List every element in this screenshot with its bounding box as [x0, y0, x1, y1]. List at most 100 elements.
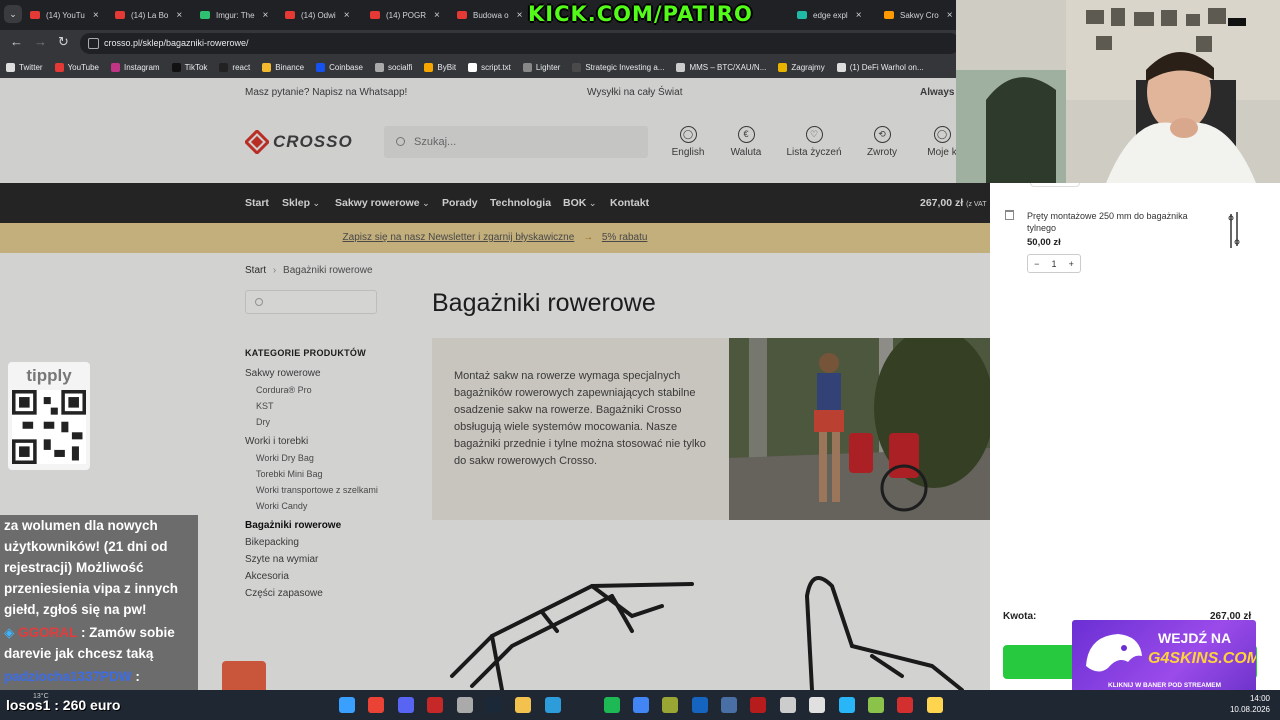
bookmark-item[interactable]: Strategic Investing a... — [572, 62, 664, 72]
bookmark-item[interactable]: MMS – BTC/XAU/N... — [676, 62, 767, 72]
site-info-icon[interactable] — [88, 38, 99, 49]
lion-logo-icon — [1086, 634, 1142, 672]
trash-icon[interactable] — [1005, 210, 1014, 220]
bookmark-item[interactable]: socialfi — [374, 62, 412, 72]
tab-title: Sakwy Cro — [900, 10, 939, 20]
chat-message: padziocha1337PDW : — [4, 666, 194, 687]
chat-username: padziocha1337PDW — [4, 669, 132, 684]
kick-channel-overlay: KICK.COM/PATIRO — [528, 2, 753, 26]
taskbar-app-icon[interactable] — [662, 697, 678, 713]
tab-favicon-icon — [285, 11, 295, 19]
bookmark-item[interactable]: TikTok — [171, 62, 208, 72]
close-tab-icon[interactable]: × — [434, 10, 440, 21]
url-text: crosso.pl/sklep/bagazniki-rowerowe/ — [104, 38, 249, 48]
taskbar-app-icon[interactable] — [927, 697, 943, 713]
close-tab-icon[interactable]: × — [344, 10, 350, 21]
stream-chat-overlay: za wolumen dla nowych użytkowników! (21 … — [0, 515, 198, 695]
bookmark-item[interactable]: script.txt — [468, 62, 511, 72]
url-input[interactable]: crosso.pl/sklep/bagazniki-rowerowe/ — [80, 33, 960, 54]
tab-title: (14) Odwi — [301, 10, 336, 20]
bookmark-item[interactable]: (1) DeFi Warhol on... — [836, 62, 924, 72]
taskbar-app-icon[interactable] — [692, 697, 708, 713]
quantity-value[interactable]: 1 — [1051, 259, 1056, 269]
taskbar-app-icon[interactable] — [545, 697, 561, 713]
browser-tab[interactable]: (14) La Bo × — [115, 4, 195, 26]
bookmark-item[interactable]: Twitter — [6, 62, 43, 72]
taskbar-app-icon[interactable] — [515, 697, 531, 713]
taskbar-app-icon[interactable] — [809, 697, 825, 713]
bookmark-item[interactable]: YouTube — [54, 62, 99, 72]
donation-alert: losos1 : 260 euro — [6, 697, 121, 713]
bookmark-icon — [54, 62, 64, 72]
tab-search-button[interactable]: ⌄ — [4, 5, 22, 23]
bookmark-label: react — [232, 62, 251, 72]
bookmark-item[interactable]: Binance — [262, 62, 304, 72]
bookmark-label: TikTok — [184, 62, 208, 72]
browser-tab[interactable]: (14) POGR × — [370, 4, 450, 26]
browser-tab[interactable]: (14) YouTu × — [30, 4, 110, 26]
taskbar-app-icon[interactable] — [721, 697, 737, 713]
reload-icon[interactable]: ↻ — [58, 34, 69, 50]
tipply-logo: tipply — [26, 366, 72, 385]
chat-username: GGORAL — [18, 625, 78, 640]
badge-icon: ◈ — [4, 625, 15, 640]
bookmark-icon — [374, 62, 384, 72]
forward-icon[interactable]: → — [34, 34, 47, 49]
taskbar-app-icon[interactable] — [604, 697, 620, 713]
tab-title: (14) YouTu — [46, 10, 85, 20]
close-tab-icon[interactable]: × — [176, 10, 182, 21]
increase-button[interactable]: + — [1069, 259, 1074, 269]
tab-favicon-icon — [457, 11, 467, 19]
bookmark-label: MMS – BTC/XAU/N... — [689, 62, 767, 72]
cart-item-name[interactable]: Pręty montażowe 250 mm do bagażnika tyln… — [1027, 210, 1217, 234]
browser-tab[interactable]: edge expl × — [797, 4, 879, 26]
cart-item-price: 50,00 zł — [1027, 237, 1061, 248]
taskbar-app-icon[interactable] — [368, 697, 384, 713]
start-menu-icon[interactable] — [339, 697, 355, 713]
bookmark-item[interactable]: react — [219, 62, 251, 72]
back-icon[interactable]: ← — [10, 34, 23, 49]
tab-favicon-icon — [200, 11, 210, 19]
taskbar-app-icon[interactable] — [780, 697, 796, 713]
bookmark-label: Instagram — [124, 62, 160, 72]
bookmark-item[interactable]: ByBit — [424, 62, 456, 72]
bookmark-item[interactable]: Coinbase — [316, 62, 363, 72]
taskbar-app-icon[interactable] — [633, 697, 649, 713]
taskbar-app-icon[interactable] — [897, 697, 913, 713]
bookmark-icon — [836, 62, 846, 72]
tab-favicon-icon — [797, 11, 807, 19]
close-tab-icon[interactable]: × — [947, 10, 953, 21]
g4skins-line1: WEJDŹ NA — [1158, 630, 1232, 646]
browser-tab[interactable]: Sakwy Cro × — [884, 4, 966, 26]
bookmark-item[interactable]: Zagrajmy — [778, 62, 825, 72]
tab-title: Imgur: The — [216, 10, 255, 20]
bookmark-item[interactable]: Lighter — [522, 62, 560, 72]
decrease-button[interactable]: − — [1034, 259, 1039, 269]
bookmark-item[interactable]: Instagram — [111, 62, 160, 72]
tab-favicon-icon — [884, 11, 894, 19]
g4skins-banner[interactable]: WEJDŹ NA G4SKINS.COM KLIKNIJ W BANER POD… — [1072, 620, 1256, 694]
quantity-stepper: − 1 + — [1027, 254, 1081, 273]
close-tab-icon[interactable]: × — [263, 10, 269, 21]
tab-title: edge expl — [813, 10, 848, 20]
bookmark-icon — [219, 62, 229, 72]
taskbar-app-icon[interactable] — [486, 697, 502, 713]
browser-tab[interactable]: (14) Odwi × — [285, 4, 365, 26]
tab-title: Budowa o — [473, 10, 509, 20]
taskbar-app-icon[interactable] — [398, 697, 414, 713]
browser-tab[interactable]: Imgur: The × — [200, 4, 280, 26]
close-tab-icon[interactable]: × — [856, 10, 862, 21]
taskbar-app-icon[interactable] — [457, 697, 473, 713]
close-tab-icon[interactable]: × — [517, 10, 523, 21]
browser-tab[interactable]: Budowa o × — [457, 4, 537, 26]
system-clock[interactable]: 14:00 10.08.2026 — [1226, 693, 1270, 715]
taskbar-app-icon[interactable] — [427, 697, 443, 713]
tab-favicon-icon — [30, 11, 40, 19]
taskbar-app-icon[interactable] — [868, 697, 884, 713]
bookmark-icon — [572, 62, 582, 72]
bookmark-label: Twitter — [19, 62, 43, 72]
close-tab-icon[interactable]: × — [93, 10, 99, 21]
taskbar-app-icon[interactable] — [750, 697, 766, 713]
taskbar-app-icon[interactable] — [839, 697, 855, 713]
bookmark-icon — [778, 62, 788, 72]
